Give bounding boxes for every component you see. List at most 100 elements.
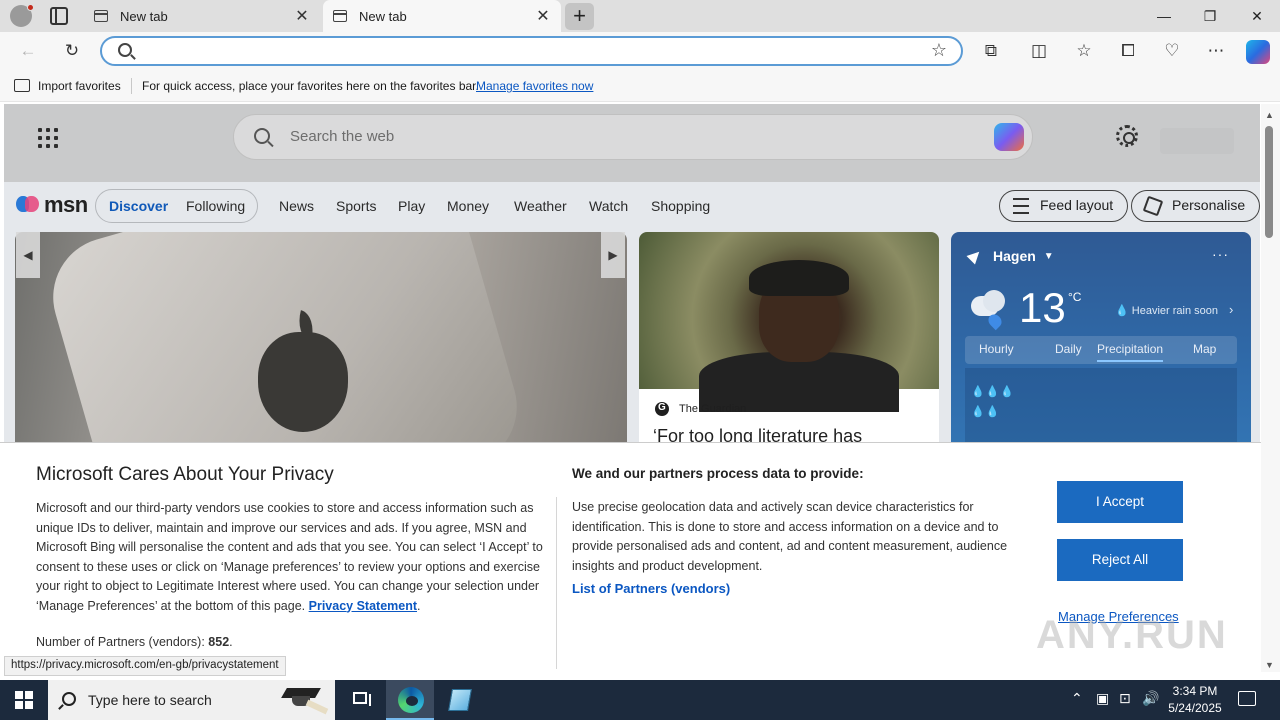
network-icon[interactable]: ⊡ — [1119, 690, 1131, 707]
close-window-icon[interactable]: ✕ — [1234, 0, 1280, 32]
news-image — [639, 232, 939, 412]
more-options-icon[interactable]: ··· — [1212, 246, 1229, 262]
weather-note[interactable]: 💧 Heavier rain soon › — [1115, 302, 1233, 317]
anyrun-watermark: ANY.RUN — [1036, 613, 1228, 657]
guardian-logo-icon — [655, 402, 669, 416]
web-search-input[interactable]: Search the web — [290, 128, 394, 145]
collections-icon[interactable]: ⧠ — [1116, 40, 1140, 62]
taskbar-search[interactable]: Type here to search — [48, 680, 335, 720]
weather-card[interactable]: Hagen ▼ ··· 13 °C 💧 Heavier rain soon › … — [951, 232, 1251, 442]
weather-temperature: 13 — [1019, 284, 1066, 331]
carousel-next-icon[interactable]: ▶ — [601, 232, 625, 278]
page-scrollbar[interactable]: ▲ ▼ — [1261, 104, 1280, 672]
carousel-prev-icon[interactable]: ◀ — [16, 232, 40, 278]
news-card[interactable]: The Guardian ‘For too long literature ha… — [639, 232, 939, 442]
scroll-up-icon[interactable]: ▲ — [1265, 110, 1274, 120]
task-view-icon[interactable] — [336, 680, 384, 720]
address-bar[interactable]: ☆ — [100, 36, 963, 66]
favorites-info-text: For quick access, place your favorites h… — [142, 79, 479, 93]
minimize-icon[interactable]: — — [1141, 0, 1187, 32]
rain-cloud-icon — [965, 290, 1011, 331]
manage-favorites-link[interactable]: Manage favorites now — [476, 79, 593, 93]
system-clock[interactable]: 3:34 PM 5/24/2025 — [1160, 683, 1230, 717]
privacy-body: Microsoft and our third-party vendors us… — [36, 501, 543, 613]
hero-carousel-card[interactable] — [15, 232, 627, 442]
nav-weather[interactable]: Weather — [514, 198, 567, 214]
new-tab-button[interactable]: + — [565, 3, 594, 30]
personalise-button[interactable]: Personalise — [1131, 190, 1260, 222]
search-icon — [62, 692, 76, 706]
extensions-icon[interactable]: ⧉ — [979, 40, 1003, 62]
browser-essentials-icon[interactable]: ♡ — [1160, 40, 1184, 62]
notification-dot — [27, 4, 34, 11]
refresh-icon[interactable]: ↻ — [60, 40, 84, 62]
tab-map[interactable]: Map — [1193, 342, 1216, 356]
more-options-icon[interactable]: ⋯ — [1204, 40, 1228, 62]
tab-daily[interactable]: Daily — [1055, 342, 1082, 356]
notifications-icon[interactable] — [1238, 691, 1256, 706]
windows-start-icon[interactable] — [15, 691, 33, 709]
profile-avatar-icon[interactable] — [10, 4, 34, 27]
tab-new-tab-1[interactable]: New tab ✕ — [84, 0, 320, 32]
nav-money[interactable]: Money — [447, 198, 489, 214]
weather-location[interactable]: Hagen ▼ — [966, 247, 1054, 265]
scrollbar-thumb[interactable] — [1265, 126, 1273, 238]
app-launcher-icon[interactable] — [38, 128, 58, 148]
sign-in-button[interactable] — [1160, 128, 1234, 154]
feed-layout-label: Feed layout — [1040, 197, 1114, 213]
privacy-statement-link[interactable]: Privacy Statement — [309, 599, 417, 613]
nav-watch[interactable]: Watch — [589, 198, 628, 214]
scroll-down-icon[interactable]: ▼ — [1265, 660, 1274, 670]
msn-nav: msn Discover Following News Sports Play … — [4, 182, 1260, 230]
tab-discover[interactable]: Discover — [109, 198, 168, 214]
nav-play[interactable]: Play — [398, 198, 425, 214]
browser-toolbar: ← ↻ ☆ ⧉ ◫ ☆ ⧠ ♡ ⋯ — [0, 32, 1280, 70]
device-icon[interactable]: ▣ — [1096, 690, 1109, 707]
feed-tab-group: Discover Following — [95, 189, 258, 223]
weather-city: Hagen — [993, 248, 1036, 264]
show-hidden-icons-icon[interactable]: ⌃ — [1071, 690, 1083, 707]
chevron-right-icon: › — [1229, 302, 1234, 317]
taskbar-search-input[interactable]: Type here to search — [88, 692, 212, 708]
nav-sports[interactable]: Sports — [336, 198, 376, 214]
tab-hourly[interactable]: Hourly — [979, 342, 1014, 356]
tab-new-tab-2[interactable]: New tab ✕ — [323, 0, 561, 32]
back-arrow-icon[interactable]: ← — [16, 40, 40, 62]
import-favorites-button[interactable]: Import favorites — [38, 79, 121, 93]
notepad-app-icon[interactable] — [436, 680, 484, 720]
msn-logo[interactable]: msn — [16, 192, 88, 218]
web-search-box[interactable]: Search the web — [233, 114, 1033, 160]
tab-following[interactable]: Following — [186, 198, 245, 214]
import-favorites-icon[interactable] — [14, 79, 30, 92]
news-headline[interactable]: ‘For too long literature has — [653, 426, 862, 442]
weather-unit[interactable]: °C — [1068, 290, 1081, 304]
personalise-icon — [1142, 195, 1164, 217]
page-header: Search the web — [4, 104, 1260, 182]
favorites-icon[interactable]: ☆ — [1072, 40, 1096, 62]
copilot-icon[interactable] — [994, 123, 1024, 151]
restore-icon[interactable]: ❐ — [1187, 0, 1233, 32]
msn-butterfly-icon — [16, 194, 42, 216]
privacy-title: Microsoft Cares About Your Privacy — [36, 464, 334, 485]
edge-browser-icon[interactable] — [386, 680, 434, 720]
favorite-star-icon[interactable]: ☆ — [931, 40, 947, 61]
accept-button[interactable]: I Accept — [1057, 481, 1183, 523]
volume-icon[interactable]: 🔊 — [1142, 690, 1159, 707]
settings-gear-icon[interactable] — [1116, 125, 1138, 147]
news-source-name: The Guardian — [679, 403, 747, 415]
nav-news[interactable]: News — [279, 198, 314, 214]
copilot-icon[interactable] — [1246, 40, 1270, 64]
nav-shopping[interactable]: Shopping — [651, 198, 710, 214]
msn-page: Search the web msn Discover Following Ne… — [4, 104, 1260, 442]
tab-close-icon[interactable]: ✕ — [535, 6, 551, 26]
reject-all-button[interactable]: Reject All — [1057, 539, 1183, 581]
feed-layout-button[interactable]: Feed layout — [999, 190, 1129, 222]
privacy-body-text: Microsoft and our third-party vendors us… — [36, 501, 543, 613]
rain-drop-icon: 💧 — [1115, 305, 1129, 317]
list-of-partners-link[interactable]: List of Partners (vendors) — [572, 581, 730, 596]
tab-precipitation[interactable]: Precipitation — [1097, 342, 1164, 362]
weather-note-text: Heavier rain soon — [1131, 305, 1218, 317]
tab-close-icon[interactable]: ✕ — [294, 6, 310, 26]
tab-actions-icon[interactable] — [50, 7, 68, 25]
split-screen-icon[interactable]: ◫ — [1027, 40, 1051, 62]
